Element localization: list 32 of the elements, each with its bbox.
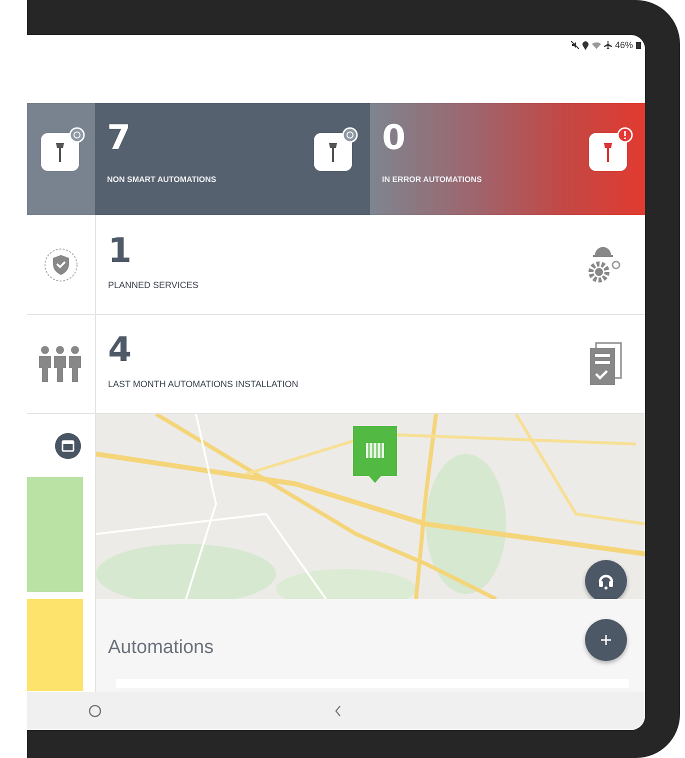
- location-icon: [582, 40, 589, 50]
- add-button[interactable]: [585, 619, 627, 661]
- summary-label: PLANNED SERVICES: [108, 280, 198, 290]
- document-check-icon: [587, 342, 623, 386]
- airplane-icon: [604, 41, 612, 49]
- summary-card[interactable]: 1 PLANNED SERVICES: [96, 215, 645, 314]
- wifi-icon: [592, 41, 601, 49]
- shield-icon: [43, 246, 79, 284]
- stat-value: 7: [107, 121, 132, 155]
- section-title: Automations: [108, 637, 214, 659]
- key-fob-icon: [314, 127, 358, 171]
- people-icon: [39, 344, 83, 384]
- battery-icon: [636, 41, 641, 49]
- calendar-icon[interactable]: [55, 433, 81, 459]
- stat-label: NON SMART AUTOMATIONS: [107, 175, 216, 184]
- stat-label: IN ERROR AUTOMATIONS: [382, 175, 482, 184]
- mute-icon: [570, 41, 579, 49]
- headset-icon: [597, 572, 615, 590]
- plus-icon: [600, 634, 612, 646]
- battery-level: 46%: [614, 40, 633, 50]
- summary-card[interactable]: 4 LAST MONTH AUTOMATIONS INSTALLATION: [96, 315, 645, 413]
- stat-tile[interactable]: [27, 103, 95, 215]
- stat-value: 0: [382, 121, 407, 155]
- summary-label: LAST MONTH AUTOMATIONS INSTALLATION: [108, 379, 298, 389]
- summary-value: 1: [108, 234, 133, 268]
- home-button-icon[interactable]: [88, 704, 102, 718]
- back-button-icon[interactable]: [333, 704, 343, 718]
- stat-tile[interactable]: 0 IN ERROR AUTOMATIONS: [370, 103, 645, 215]
- key-fob-icon: [589, 127, 633, 171]
- key-fob-icon: [41, 127, 85, 171]
- stat-tile[interactable]: 7 NON SMART AUTOMATIONS: [95, 103, 370, 215]
- summary-value: 4: [108, 333, 133, 367]
